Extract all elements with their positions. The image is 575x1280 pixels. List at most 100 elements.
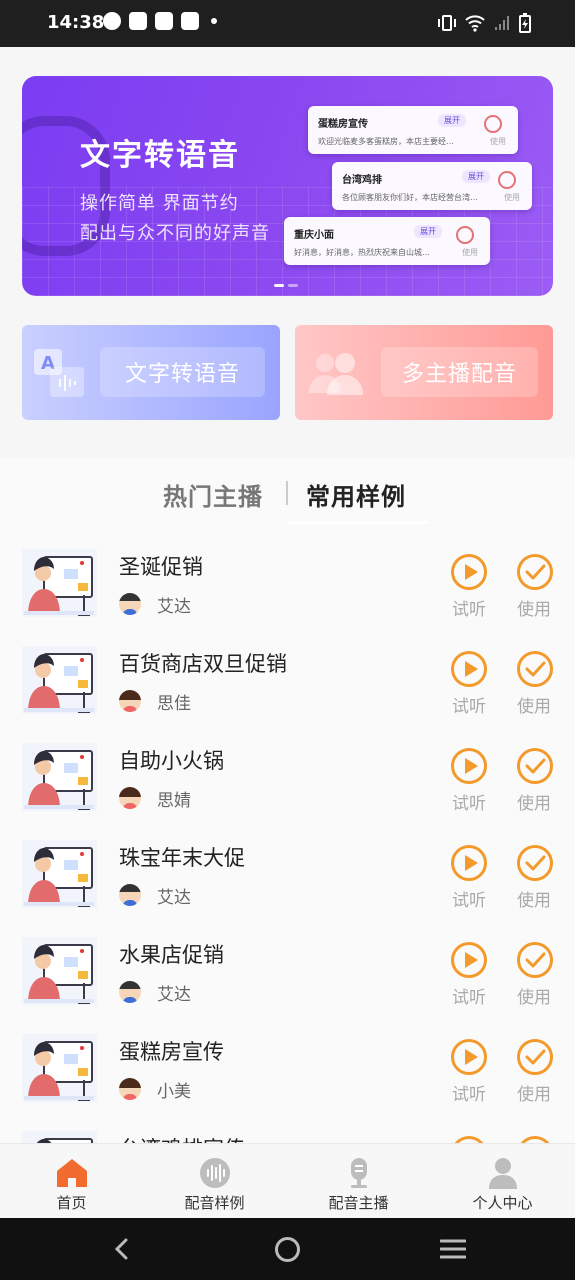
- use-label[interactable]: 使用: [517, 692, 551, 717]
- banner-subtitle: 操作简单 界面节约: [80, 193, 239, 214]
- nav-personal-center-label: 个人中心: [472, 1194, 533, 1212]
- signal-icon: [495, 16, 509, 30]
- tab-bar: 热门主播 常用样例: [0, 457, 575, 525]
- try-listen-label[interactable]: 试听: [452, 595, 486, 620]
- card-use: 使用: [504, 193, 520, 202]
- check-icon: [484, 115, 502, 133]
- recent-apps-icon[interactable]: [440, 1238, 466, 1260]
- status-bar: 14:38: [0, 0, 575, 47]
- banner-subtitle: 配出与众不同的好声音: [80, 223, 270, 244]
- home-icon: [57, 1159, 87, 1187]
- multiple-users-icon: [309, 353, 363, 395]
- check-icon[interactable]: [516, 553, 554, 591]
- use-label[interactable]: 使用: [517, 789, 551, 814]
- microphone-icon: [351, 1158, 367, 1188]
- card-name: 台湾鸡排: [342, 175, 382, 186]
- check-icon[interactable]: [516, 844, 554, 882]
- text-to-speech-button[interactable]: 文字转语音: [100, 347, 265, 397]
- play-icon[interactable]: [450, 650, 488, 688]
- nav-personal-center[interactable]: 个人中心: [431, 1144, 574, 1219]
- nav-dubbing-anchors-label: 配音主播: [328, 1194, 389, 1212]
- check-icon[interactable]: [516, 1038, 554, 1076]
- back-icon[interactable]: [110, 1237, 134, 1261]
- home-circle-icon[interactable]: [274, 1236, 301, 1263]
- check-icon[interactable]: [516, 747, 554, 785]
- mail-icon: [155, 12, 173, 30]
- card-expand: 展开: [462, 170, 490, 183]
- battery-charging-icon: [519, 13, 531, 33]
- banner-pagination: [274, 284, 298, 287]
- list-item[interactable]: 自助小火锅 思婧 试听 使用: [0, 731, 575, 828]
- bottom-navigation: 首页 配音样例 配音主播 个人中心: [0, 1143, 575, 1219]
- anchor-name: 艾达: [157, 985, 191, 1005]
- anchor-avatar: [119, 981, 141, 1003]
- multi-anchor-card[interactable]: 多主播配音: [295, 325, 553, 420]
- text-to-speech-card[interactable]: A 文字转语音: [22, 325, 280, 420]
- list-item[interactable]: 珠宝年末大促 艾达 试听 使用: [0, 828, 575, 925]
- check-icon[interactable]: [516, 941, 554, 979]
- play-icon[interactable]: [450, 553, 488, 591]
- banner-sample-card: 台湾鸡排 展开 各位顾客朋友你们好，本店经营台湾… 使用: [332, 162, 532, 210]
- nav-home[interactable]: 首页: [0, 1144, 143, 1219]
- nav-dubbing-samples[interactable]: 配音样例: [143, 1144, 286, 1219]
- banner-sample-card: 重庆小面 展开 好消息，好消息，热烈庆祝来自山城… 使用: [284, 217, 490, 265]
- use-label[interactable]: 使用: [517, 886, 551, 911]
- multi-anchor-button[interactable]: 多主播配音: [381, 347, 538, 397]
- banner-sample-card: 蛋糕房宣传 展开 欢迎光临麦多客蛋糕房，本店主要经… 使用: [308, 106, 518, 154]
- sample-title: 圣诞促销: [119, 555, 203, 579]
- play-icon[interactable]: [450, 1135, 488, 1143]
- check-icon: [498, 171, 516, 189]
- use-label[interactable]: 使用: [517, 1080, 551, 1105]
- page-dot: [288, 284, 298, 287]
- check-icon[interactable]: [516, 1135, 554, 1143]
- card-name: 蛋糕房宣传: [318, 119, 368, 130]
- card-use: 使用: [462, 248, 478, 257]
- tab-common-samples[interactable]: 常用样例: [306, 477, 406, 512]
- card-use: 使用: [490, 137, 506, 146]
- card-expand: 展开: [438, 114, 466, 127]
- card-text: 各位顾客朋友你们好，本店经营台湾…: [342, 193, 478, 202]
- sample-title: 水果店促销: [119, 943, 224, 967]
- use-label[interactable]: 使用: [517, 983, 551, 1008]
- sample-list-panel: 热门主播 常用样例 圣诞促销 艾达 试听 使用 百货商店双旦促销 思佳 试听 使用 自助小火锅思…: [0, 457, 575, 1143]
- list-item[interactable]: 百货商店双旦促销 思佳 试听 使用: [0, 634, 575, 731]
- list-item[interactable]: 台湾鸡排宣传试听使用: [0, 1119, 575, 1143]
- anchor-avatar: [119, 1078, 141, 1100]
- play-icon[interactable]: [450, 941, 488, 979]
- try-listen-label[interactable]: 试听: [452, 789, 486, 814]
- try-listen-label[interactable]: 试听: [452, 692, 486, 717]
- card-expand: 展开: [414, 225, 442, 238]
- list-item[interactable]: 蛋糕房宣传 小美 试听 使用: [0, 1022, 575, 1119]
- card-name: 重庆小面: [294, 230, 334, 241]
- anchor-name: 思佳: [157, 694, 191, 714]
- play-icon[interactable]: [450, 1038, 488, 1076]
- play-icon[interactable]: [450, 747, 488, 785]
- promo-banner[interactable]: 文字转语音 操作简单 界面节约 配出与众不同的好声音 蛋糕房宣传 展开 欢迎光临…: [22, 76, 553, 296]
- use-label[interactable]: 使用: [517, 595, 551, 620]
- nav-dubbing-anchors[interactable]: 配音主播: [287, 1144, 430, 1219]
- anchor-avatar: [119, 690, 141, 712]
- sample-title: 台湾鸡排宣传: [119, 1133, 245, 1143]
- system-navigation-bar: [0, 1218, 575, 1280]
- list-item[interactable]: 水果店促销艾达 试听 使用: [0, 925, 575, 1022]
- try-listen-label[interactable]: 试听: [452, 983, 486, 1008]
- sample-title: 蛋糕房宣传: [119, 1040, 224, 1064]
- nav-home-label: 首页: [56, 1194, 87, 1212]
- status-time: 14:38: [47, 12, 105, 33]
- nav-dubbing-samples-label: 配音样例: [184, 1194, 245, 1212]
- play-icon[interactable]: [450, 844, 488, 882]
- anchor-avatar: [119, 593, 141, 615]
- check-icon[interactable]: [516, 650, 554, 688]
- anchor-avatar: [119, 787, 141, 809]
- sample-title: 自助小火锅: [119, 749, 224, 773]
- mail-icon: [129, 12, 147, 30]
- sample-title: 珠宝年末大促: [119, 846, 245, 870]
- list-item[interactable]: 圣诞促销 艾达 试听 使用: [0, 537, 575, 634]
- banner-title: 文字转语音: [80, 138, 240, 173]
- system-icons: [437, 13, 531, 33]
- more-dot-icon: [211, 18, 217, 24]
- try-listen-label[interactable]: 试听: [452, 1080, 486, 1105]
- try-listen-label[interactable]: 试听: [452, 886, 486, 911]
- sample-thumbnail: [22, 1034, 97, 1102]
- tab-hot-anchors[interactable]: 热门主播: [163, 477, 263, 512]
